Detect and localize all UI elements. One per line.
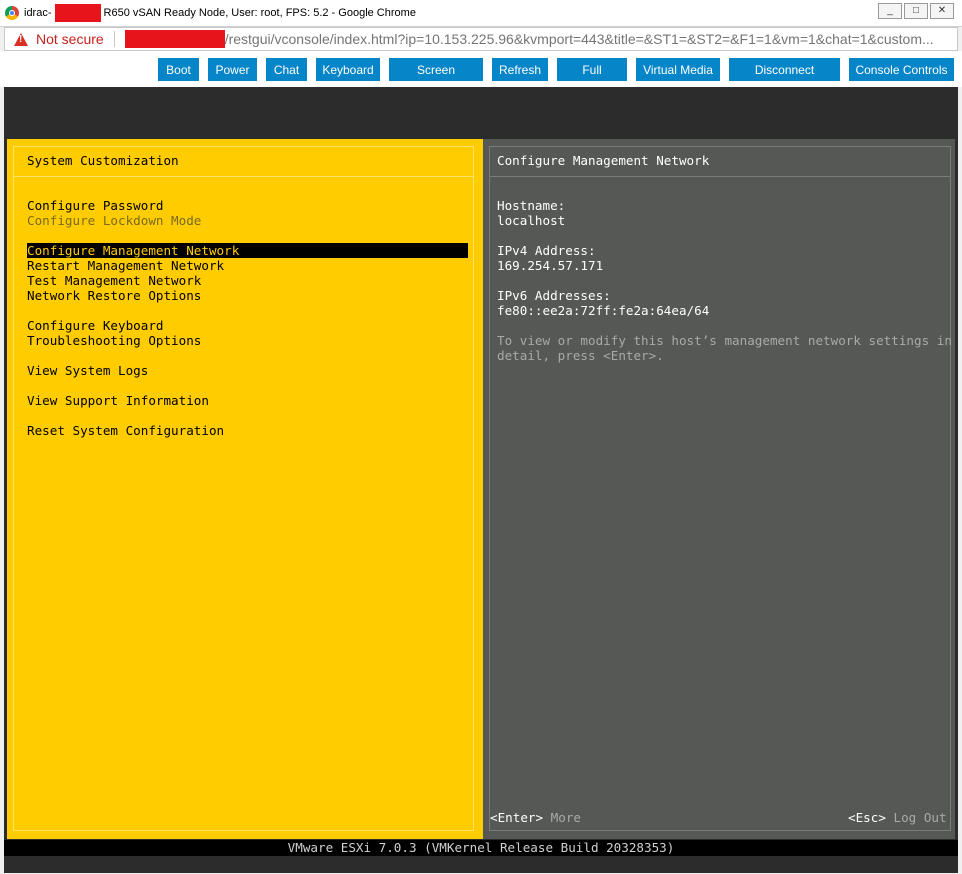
hostname-value: localhost [497, 213, 566, 228]
enter-more-hint: <Enter> More [490, 810, 581, 825]
window-title-prefix: idrac- [24, 7, 52, 19]
menu-item-configure-lockdown-mode[interactable]: Configure Lockdown Mode [27, 213, 201, 228]
ipv4-label: IPv4 Address: [497, 243, 596, 258]
screen-capture-button[interactable]: Screen Capture [389, 58, 483, 100]
enter-key-label: <Enter> [490, 810, 544, 825]
redaction-block [54, 4, 101, 22]
maximize-button[interactable]: □ [904, 3, 928, 19]
console-controls-button[interactable]: Console Controls [849, 58, 954, 81]
window-controls: _ □ ✕ [878, 3, 954, 19]
menu-item-view-support-information[interactable]: View Support Information [27, 393, 209, 408]
esc-key-label: <Esc> [848, 810, 886, 825]
menu-item-test-management-network[interactable]: Test Management Network [27, 273, 201, 288]
chrome-logo-icon [5, 6, 19, 20]
ipv6-value: fe80::ee2a:72ff:fe2a:64ea/64 [497, 303, 710, 318]
menu-item-restart-management-network[interactable]: Restart Management Network [27, 258, 224, 273]
kvm-toolbar: Boot Power Chat Keyboard Screen Capture … [0, 51, 962, 100]
full-screen-button[interactable]: Full Screen [557, 58, 627, 100]
left-title-divider [13, 176, 474, 177]
keyboard-button[interactable]: Keyboard [316, 58, 380, 81]
window-title: idrac- R650 vSAN Ready Node, User: root,… [24, 4, 416, 22]
redaction-block [124, 30, 225, 48]
more-action-label: More [550, 810, 582, 825]
menu-item-reset-system-configuration[interactable]: Reset System Configuration [27, 423, 224, 438]
disconnect-viewer-button[interactable]: Disconnect Viewer [729, 58, 840, 100]
not-secure-label[interactable]: Not secure [36, 31, 104, 47]
console-bottom-strip [4, 856, 958, 873]
power-button[interactable]: Power [208, 58, 257, 81]
window-titlebar: idrac- R650 vSAN Ready Node, User: root,… [0, 0, 962, 27]
right-title-divider [489, 176, 951, 177]
menu-item-view-system-logs[interactable]: View System Logs [27, 363, 148, 378]
menu-item-troubleshooting-options[interactable]: Troubleshooting Options [27, 333, 201, 348]
address-divider [113, 31, 115, 47]
hostname-label: Hostname: [497, 198, 566, 213]
ipv6-label: IPv6 Addresses: [497, 288, 611, 303]
system-customization-title: System Customization [27, 153, 179, 168]
close-button[interactable]: ✕ [930, 3, 954, 19]
virtual-media-button[interactable]: Virtual Media [636, 58, 720, 81]
menu-item-configure-password[interactable]: Configure Password [27, 198, 163, 213]
detail-panel-title: Configure Management Network [497, 153, 710, 168]
minimize-button[interactable]: _ [878, 3, 902, 19]
url-text[interactable]: /restgui/vconsole/index.html?ip=10.153.2… [225, 31, 934, 47]
window-title-suffix: R650 vSAN Ready Node, User: root, FPS: 5… [103, 7, 416, 19]
menu-item-configure-management-network[interactable]: Configure Management Network [27, 243, 468, 258]
esc-logout-hint: <Esc> Log Out [848, 810, 947, 825]
esxi-version-status: VMware ESXi 7.0.3 (VMKernel Release Buil… [4, 840, 958, 856]
menu-item-network-restore-options[interactable]: Network Restore Options [27, 288, 201, 303]
warning-icon[interactable] [14, 32, 28, 46]
boot-button[interactable]: Boot [158, 58, 199, 81]
ipv4-value: 169.254.57.171 [497, 258, 604, 273]
menu-item-configure-keyboard[interactable]: Configure Keyboard [27, 318, 163, 333]
logout-action-label: Log Out [893, 810, 947, 825]
help-text-line-2: detail, press <Enter>. [497, 348, 664, 363]
refresh-button[interactable]: Refresh [492, 58, 548, 81]
help-text-line-1: To view or modify this host’s management… [497, 333, 952, 348]
chat-button[interactable]: Chat [266, 58, 307, 81]
address-bar[interactable]: Not secure /restgui/vconsole/index.html?… [4, 27, 958, 51]
